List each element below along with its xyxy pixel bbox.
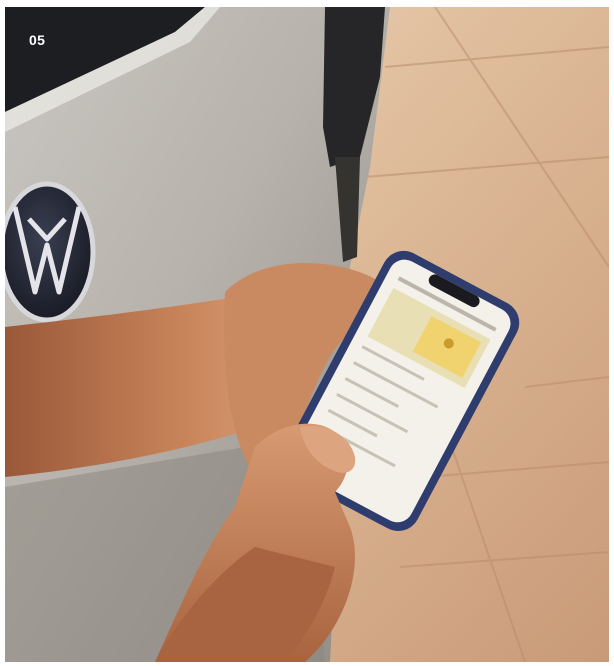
vw-logo xyxy=(5,181,96,323)
photo-frame: 05 xyxy=(5,7,609,662)
photo xyxy=(5,7,609,662)
page-number: 05 xyxy=(29,32,46,48)
